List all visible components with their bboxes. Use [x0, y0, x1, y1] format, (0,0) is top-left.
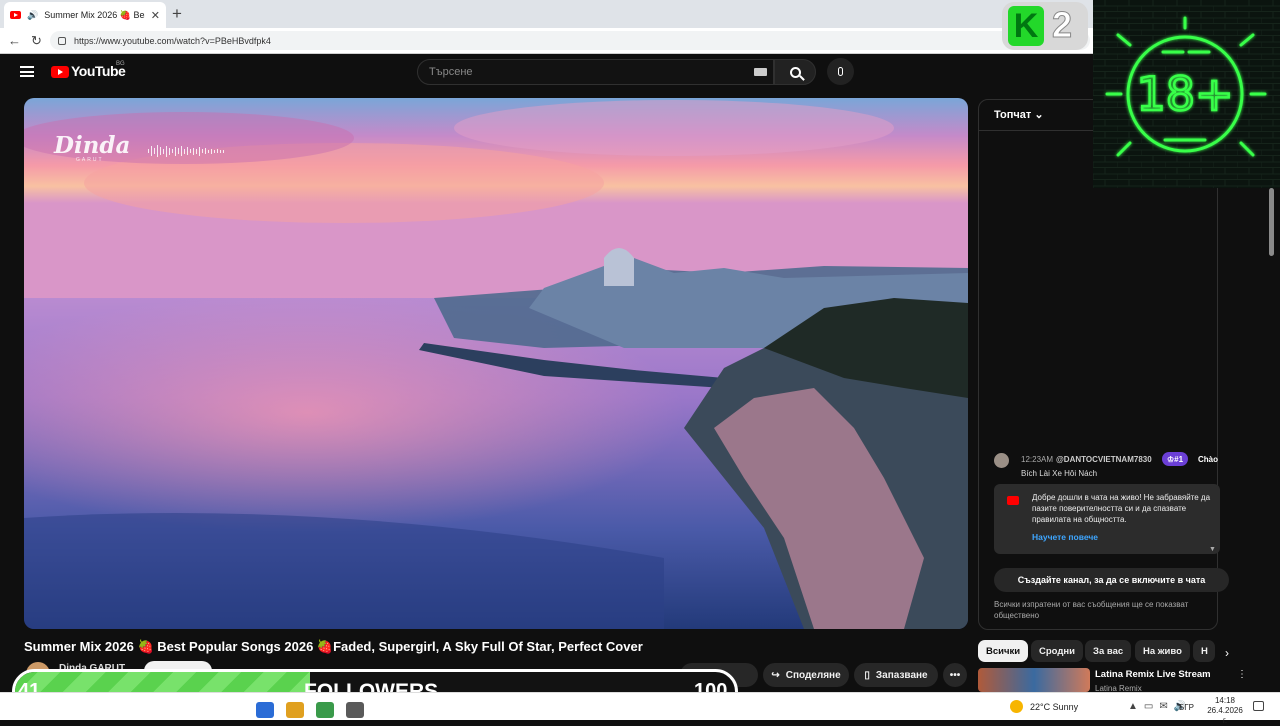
- channel-watermark-sub: GARUT: [76, 157, 104, 163]
- youtube-logo-icon[interactable]: [51, 66, 69, 78]
- input-language[interactable]: БГР: [1179, 703, 1194, 712]
- browser-tab[interactable]: 🔊 Summer Mix 2026 🍓 Best Po ✕: [4, 2, 166, 28]
- chat-message-avatar[interactable]: [994, 453, 1009, 468]
- chip-all[interactable]: Всички: [978, 640, 1029, 662]
- tab-title: Summer Mix 2026 🍓 Best Po: [44, 9, 145, 20]
- k2-logo-number: 2: [1051, 4, 1073, 46]
- learn-more-link[interactable]: Научете повече: [1032, 532, 1098, 542]
- scroll-down-icon[interactable]: ▼: [1209, 546, 1216, 553]
- video-frame: [24, 98, 968, 629]
- age-rating-text: 18+: [1136, 67, 1233, 121]
- k2-logo-letter: K: [1008, 6, 1044, 46]
- taskbar: [0, 692, 1280, 720]
- new-tab-button[interactable]: +: [172, 4, 182, 24]
- speaker-icon[interactable]: 🔊: [27, 10, 38, 21]
- clock[interactable]: 14:18 26.4.2026 г.: [1205, 696, 1245, 726]
- search-button[interactable]: [774, 59, 816, 85]
- country-code: BG: [116, 61, 125, 67]
- youtube-favicon-icon: [10, 11, 21, 19]
- tab-close-icon[interactable]: ✕: [151, 9, 160, 22]
- share-button[interactable]: ↪ Споделяне: [763, 663, 849, 687]
- chat-mode-label: Топчат: [994, 109, 1032, 121]
- age-rating-badge: 18+: [1093, 0, 1280, 188]
- weather-text[interactable]: 22°C Sunny: [1030, 702, 1078, 712]
- create-channel-button[interactable]: Създайте канал, за да се включите в чата: [994, 568, 1229, 592]
- clock-date: 26.4.2026 г.: [1207, 706, 1243, 725]
- chat-mode-dropdown[interactable]: Топчат ⌄: [994, 108, 1044, 121]
- video-player[interactable]: [24, 98, 968, 629]
- page-scrollbar[interactable]: [1268, 188, 1274, 688]
- reload-icon[interactable]: ↻: [31, 33, 42, 49]
- video-title: Summer Mix 2026 🍓 Best Popular Songs 202…: [24, 639, 643, 654]
- recommendation-thumbnail[interactable]: [978, 668, 1090, 692]
- chat-message-text: Chào: [1198, 455, 1218, 464]
- save-label: Запазване: [875, 669, 928, 681]
- audio-visualizer-icon: [148, 145, 224, 157]
- url-text: https://www.youtube.com/watch?v=PBeHBvdf…: [74, 35, 271, 46]
- youtube-logo-icon: [1007, 496, 1019, 505]
- chip-related[interactable]: Сродни: [1031, 640, 1083, 662]
- chip-more[interactable]: Н: [1193, 640, 1215, 662]
- more-actions-button[interactable]: •••: [943, 663, 967, 687]
- chat-message-author[interactable]: @DANTOCVIETNAM7830: [1056, 455, 1152, 464]
- microphone-icon: [838, 67, 843, 76]
- recommendation-menu-icon[interactable]: ⋮: [1237, 669, 1247, 680]
- taskbar-apps: [256, 702, 364, 718]
- chat-message-time: 12:23AM: [1021, 455, 1054, 464]
- share-icon: ↪: [771, 669, 780, 681]
- bookmark-icon: ▯: [864, 669, 870, 681]
- clock-time: 14:18: [1214, 696, 1236, 705]
- hamburger-menu-icon[interactable]: [20, 66, 34, 77]
- voice-search-button[interactable]: [827, 58, 854, 85]
- browser-tab-strip: [0, 0, 1280, 28]
- scrollbar-thumb[interactable]: [1269, 188, 1274, 256]
- keyboard-icon[interactable]: [754, 68, 767, 76]
- notification-icon[interactable]: [1253, 701, 1264, 711]
- search-input[interactable]: Търсене: [417, 59, 774, 85]
- taskbar-app-icon[interactable]: [256, 702, 274, 718]
- share-label: Споделяне: [785, 669, 841, 681]
- chip-for-you[interactable]: За вас: [1085, 640, 1132, 662]
- channel-watermark: Dinda: [54, 132, 131, 159]
- save-button[interactable]: ▯ Запазване: [854, 663, 938, 687]
- chip-live[interactable]: На живо: [1135, 640, 1190, 662]
- chevron-down-icon: ⌄: [1034, 109, 1044, 121]
- site-info-icon[interactable]: [58, 36, 66, 45]
- sun-icon[interactable]: [1010, 700, 1023, 713]
- chat-welcome-text: Добре дошли в чата на живо! Не забравяйт…: [1032, 493, 1211, 524]
- url-field[interactable]: https://www.youtube.com/watch?v=PBeHBvdf…: [50, 31, 1090, 50]
- recommendation-title[interactable]: Latina Remix Live Stream: [1095, 669, 1211, 680]
- chat-message-text-cont: Bích Lài Xe Hôi Nách: [1021, 469, 1098, 478]
- taskbar-app-icon[interactable]: [346, 702, 364, 718]
- back-arrow-icon[interactable]: ←: [8, 33, 21, 48]
- taskbar-app-icon[interactable]: [316, 702, 334, 718]
- chevron-right-icon[interactable]: ›: [1225, 646, 1229, 660]
- search-icon: [789, 66, 801, 78]
- chat-rank-badge: ♔#1: [1162, 452, 1189, 466]
- chat-public-notice: Всички изпратени от вас съобщения ще се …: [994, 600, 1189, 620]
- taskbar-app-icon[interactable]: [286, 702, 304, 718]
